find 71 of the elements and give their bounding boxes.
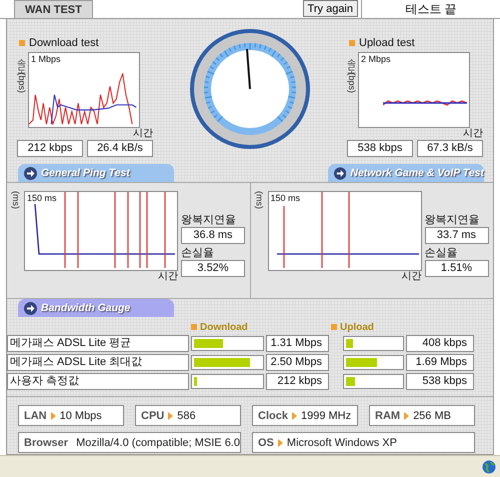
speed-value: 1.69 Mbps (406, 354, 474, 371)
arrow-icon (278, 438, 283, 446)
axis-label: 속도 (bps) (347, 52, 357, 96)
column-header: Upload (340, 322, 374, 332)
arrow-icon (24, 302, 37, 314)
speed-value: 408 kbps (406, 335, 474, 352)
bullet-icon (331, 324, 337, 330)
tab[interactable]: WAN TEST (14, 0, 93, 18)
arrow-icon (50, 412, 56, 420)
section-header[interactable]: General Ping Test (18, 164, 174, 182)
bullet-icon (191, 324, 197, 330)
loss-label: 손실율 (181, 246, 215, 260)
axis-label: (ms) (11, 191, 21, 211)
axis-label: 시간 (158, 271, 178, 282)
speed-value: 1.31 Mbps (266, 335, 329, 352)
axis-label: 시간 (463, 128, 483, 139)
info-label: Clock (258, 410, 288, 422)
bullet-icon (349, 40, 355, 46)
speed-value: 212 kbps (17, 140, 83, 157)
section-title: Bandwidth Gauge (41, 302, 130, 314)
scale-label: 2 Mbps (361, 54, 391, 64)
latency-value: 36.8 ms (181, 227, 245, 244)
info-value: 256 MB (413, 410, 451, 422)
try-again-button[interactable]: Try again (302, 0, 358, 17)
section-title: General Ping Test (41, 167, 130, 179)
section-header[interactable]: Network Game & VoIP Test (328, 164, 484, 182)
arrow-icon (168, 412, 174, 420)
globe-icon (482, 460, 496, 474)
speed-value: 538 kbps (347, 140, 413, 157)
latency-label: 왕복지연율 (424, 213, 480, 227)
speed-value: 212 kbps (266, 373, 329, 390)
latency-value: 33.7 ms (424, 227, 488, 244)
rate-value: 26.4 kB/s (87, 140, 153, 157)
info-value: Microsoft Windows XP (286, 436, 397, 448)
test-title: Upload test (359, 37, 415, 49)
test-title: Download test (29, 37, 99, 49)
info-label: LAN (24, 410, 47, 422)
scale-label: 150 ms (270, 193, 300, 203)
column-header: Download (200, 322, 248, 332)
row-label: 사용자 측정값 (7, 373, 189, 390)
info-label: OS (258, 436, 274, 448)
info-value: 586 (177, 410, 196, 422)
scale-label: 150 ms (27, 193, 57, 203)
bullet-icon (19, 40, 25, 46)
loss-value: 3.52% (181, 260, 245, 277)
arrow-icon (334, 166, 346, 180)
rate-value: 67.3 kB/s (417, 140, 483, 157)
info-label: Browser (24, 436, 68, 448)
info-value: 1999 MHz (300, 410, 352, 422)
axis-label: 시간 (402, 271, 422, 282)
section-header[interactable]: Bandwidth Gauge (18, 299, 174, 317)
arrow-icon (24, 166, 37, 180)
speed-value: 2.50 Mbps (266, 354, 329, 371)
loss-value: 1.51% (424, 260, 488, 277)
axis-label: 속도 (bps) (17, 52, 27, 96)
loss-label: 손실율 (424, 246, 458, 260)
info-value: 10 Mbps (60, 410, 102, 422)
info-value: Mozilla/4.0 (compatible; MSIE 6.0 (76, 436, 240, 448)
axis-label: (ms) (254, 191, 264, 211)
latency-label: 왕복지연율 (181, 213, 237, 227)
axis-label: 시간 (133, 128, 153, 139)
arrow-icon (292, 412, 297, 420)
row-label: 메가패스 ADSL Lite 최대값 (7, 354, 189, 371)
info-label: CPU (141, 410, 164, 422)
scale-label: 1 Mbps (31, 54, 61, 64)
row-label: 메가패스 ADSL Lite 평균 (7, 335, 189, 352)
section-title: Network Game & VoIP Test (350, 167, 484, 179)
status-text: 테스트 끝 (361, 0, 500, 18)
info-label: RAM (375, 410, 400, 422)
arrow-icon (404, 412, 410, 420)
speed-value: 538 kbps (406, 373, 474, 390)
